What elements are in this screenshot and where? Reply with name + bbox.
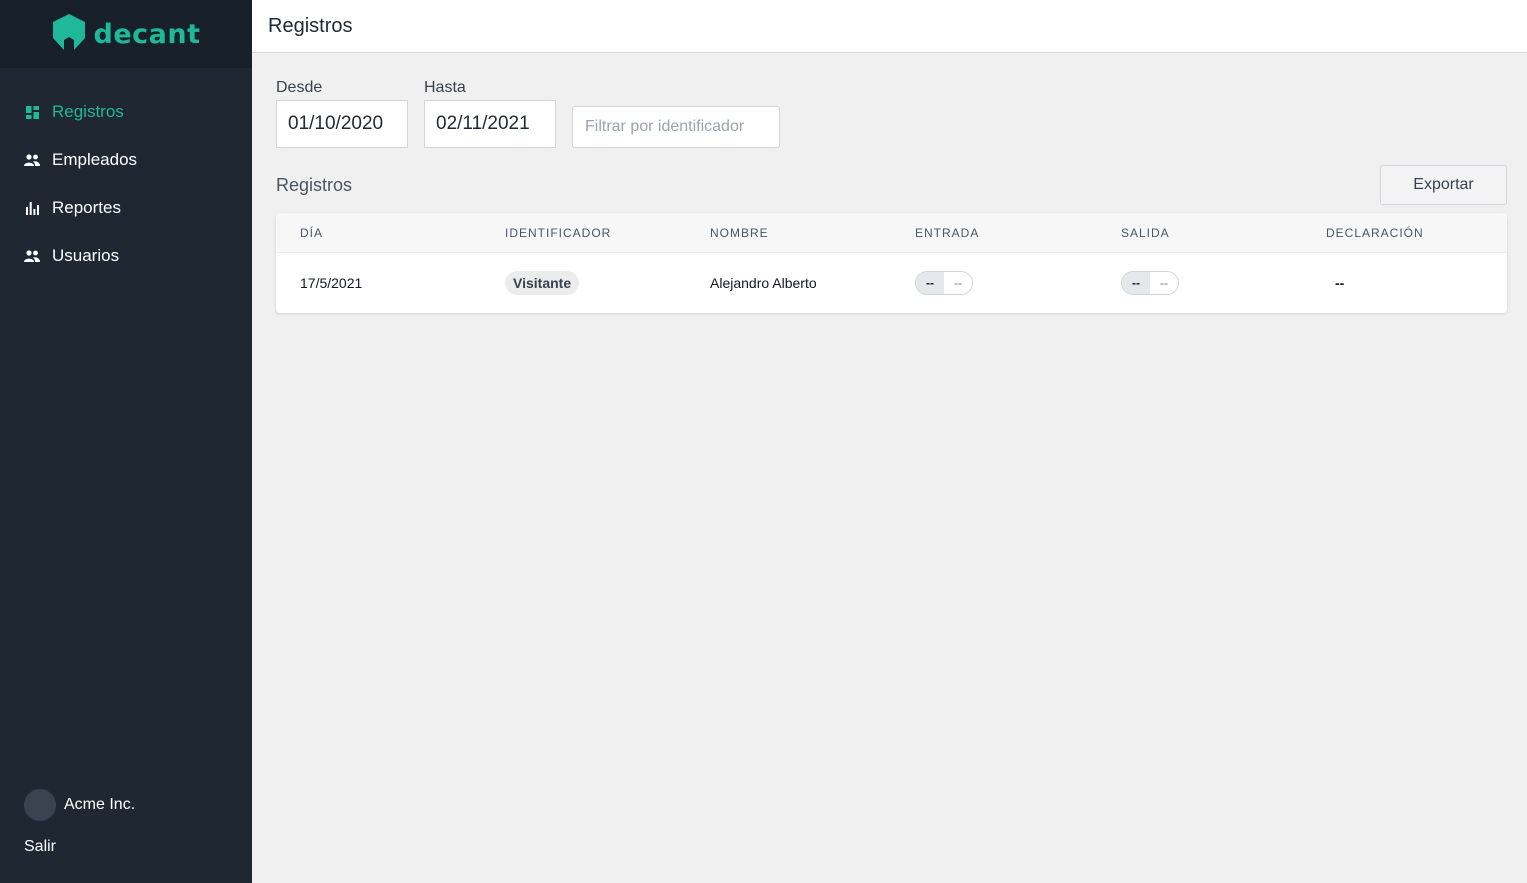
column-header-identificador[interactable]: IDENTIFICADOR (505, 226, 611, 240)
filters-bar: Desde Hasta (276, 79, 780, 148)
sidebar-item-label: Empleados (52, 150, 138, 169)
section-title: Registros (276, 175, 353, 195)
desde-field: Desde (276, 79, 408, 148)
sidebar-item-label: Registros (52, 102, 124, 121)
cell-identificador: Visitante (505, 271, 580, 295)
identifier-badge: Visitante (505, 271, 580, 295)
sidebar-item-registros[interactable]: Registros (0, 88, 252, 136)
avatar (24, 789, 56, 821)
cell-nombre: Alejandro Alberto (710, 275, 817, 291)
brand-name: decant (93, 18, 201, 50)
salida-time-pill: -- -- (1121, 271, 1179, 295)
column-header-declaracion[interactable]: DECLARACIÓN (1326, 226, 1424, 240)
sidebar-item-label: Usuarios (52, 246, 120, 265)
cell-salida: -- -- (1121, 271, 1179, 295)
decant-logo-icon (52, 13, 86, 56)
bar-chart-icon (24, 200, 40, 216)
sidebar-item-reportes[interactable]: Reportes (0, 184, 252, 232)
salida-time-value: -- (1122, 272, 1150, 294)
sidebar-item-empleados[interactable]: Empleados (0, 136, 252, 184)
hasta-date-input[interactable] (424, 100, 556, 148)
column-header-dia[interactable]: DÍA (300, 226, 323, 240)
salida-time-secondary: -- (1150, 272, 1178, 294)
cell-declaracion: -- (1335, 275, 1345, 291)
org-name: Acme Inc. (64, 796, 136, 813)
people-icon (24, 152, 40, 168)
sidebar: decant Registros Empleados Reportes Usua… (0, 0, 252, 883)
sidebar-nav: Registros Empleados Reportes Usuarios (0, 88, 252, 280)
entrada-time-pill: -- -- (915, 271, 973, 295)
table-header: DÍA IDENTIFICADOR NOMBRE ENTRADA SALIDA … (276, 213, 1507, 253)
desde-date-input[interactable] (276, 100, 408, 148)
column-header-entrada[interactable]: ENTRADA (915, 226, 979, 240)
page-title: Registros (268, 14, 353, 37)
people-icon (24, 248, 40, 264)
hasta-label: Hasta (424, 79, 466, 96)
records-table: DÍA IDENTIFICADOR NOMBRE ENTRADA SALIDA … (276, 213, 1507, 313)
page-header: Registros (252, 0, 1527, 53)
logout-link[interactable]: Salir (24, 838, 56, 856)
column-header-salida[interactable]: SALIDA (1121, 226, 1170, 240)
table-row[interactable]: 17/5/2021 Visitante Alejandro Alberto --… (276, 253, 1507, 313)
cell-dia: 17/5/2021 (300, 275, 363, 291)
entrada-time-secondary: -- (944, 272, 972, 294)
entrada-time-value: -- (916, 272, 944, 294)
logo[interactable]: decant (0, 0, 252, 68)
dashboard-icon (24, 104, 40, 120)
export-button[interactable]: Exportar (1380, 165, 1507, 205)
org-switcher[interactable]: Acme Inc. (24, 789, 135, 821)
identifier-filter-input[interactable] (572, 106, 780, 148)
column-header-nombre[interactable]: NOMBRE (710, 226, 769, 240)
hasta-field: Hasta (424, 79, 556, 148)
desde-label: Desde (276, 79, 323, 96)
cell-entrada: -- -- (915, 271, 973, 295)
sidebar-item-usuarios[interactable]: Usuarios (0, 232, 252, 280)
sidebar-item-label: Reportes (52, 198, 121, 217)
